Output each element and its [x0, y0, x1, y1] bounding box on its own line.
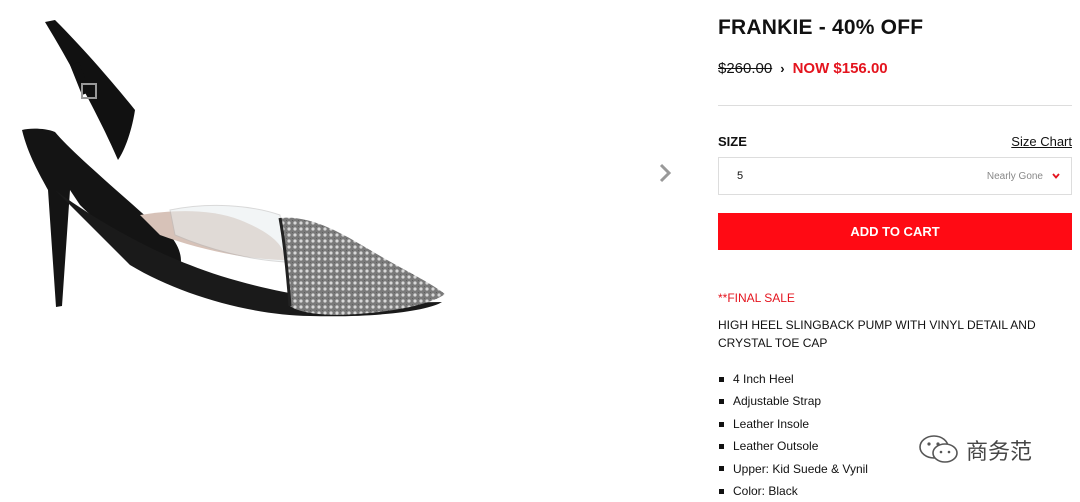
bullet-icon	[719, 443, 724, 449]
product-image	[22, 20, 445, 317]
product-description: HIGH HEEL SLINGBACK PUMP WITH VINYL DETA…	[718, 318, 1036, 350]
size-selected-value: 5	[737, 170, 744, 182]
list-item: Leather Outsole	[718, 435, 868, 457]
chevron-down-icon	[1052, 173, 1060, 179]
watermark: 商务范	[918, 434, 1032, 466]
size-label: SIZE	[718, 134, 747, 149]
list-item: Leather Insole	[718, 413, 868, 435]
bullet-icon	[719, 399, 724, 405]
price-row: $260.00 › NOW $156.00	[718, 60, 888, 77]
size-select[interactable]: 5 Nearly Gone	[718, 157, 1072, 195]
sale-price: NOW $156.00	[792, 60, 888, 77]
list-item: Upper: Kid Suede & Vynil	[718, 458, 868, 480]
price-arrow-icon: ›	[780, 61, 785, 76]
bullet-icon	[719, 421, 724, 427]
watermark-text: 商务范	[966, 439, 1033, 464]
list-item: Adjustable Strap	[718, 390, 868, 412]
bullet-icon	[719, 488, 724, 494]
final-sale-notice: **FINAL SALE	[718, 291, 795, 305]
add-to-cart-button[interactable]: ADD TO CART	[718, 213, 1072, 250]
stock-status: Nearly Gone	[986, 170, 1043, 182]
product-title: FRANKIE - 40% OFF	[718, 16, 924, 39]
chevron-right-icon[interactable]	[655, 160, 675, 186]
original-price: $260.00	[718, 60, 773, 77]
bullet-icon	[719, 466, 724, 472]
feature-list: 4 Inch Heel Adjustable Strap Leather Ins…	[718, 368, 868, 502]
list-item: 4 Inch Heel	[718, 368, 868, 390]
list-item: Color: Black	[718, 480, 868, 502]
chat-bubble-icon	[919, 435, 958, 463]
size-chart-link[interactable]: Size Chart	[1011, 134, 1072, 149]
bullet-icon	[719, 376, 724, 382]
product-gallery	[0, 0, 690, 498]
divider	[718, 105, 1072, 106]
